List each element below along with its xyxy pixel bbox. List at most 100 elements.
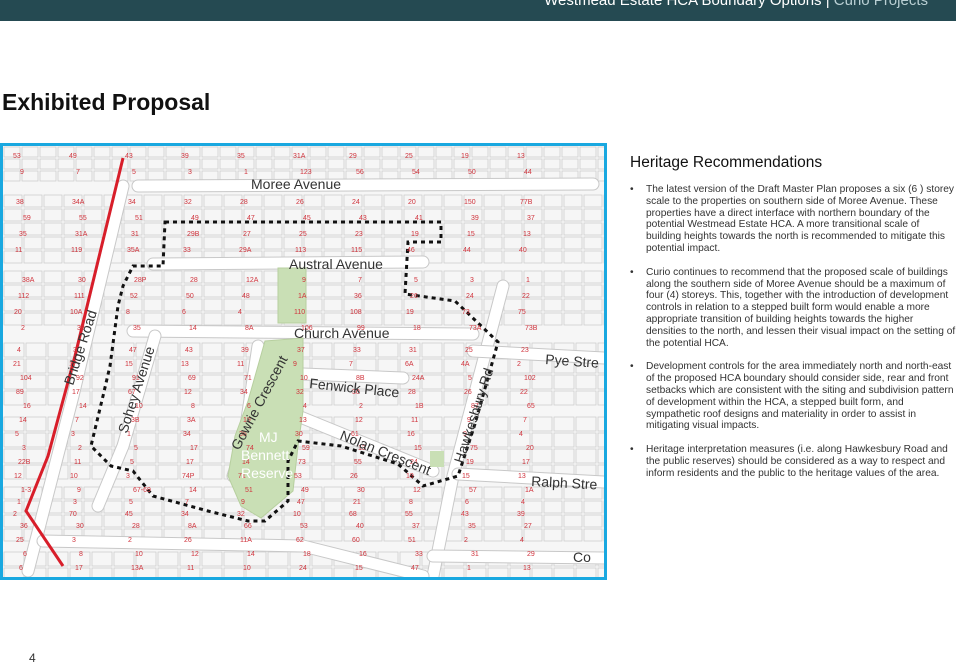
- lot-number: 33: [415, 551, 423, 558]
- lot-number: 89: [16, 389, 24, 396]
- reserve-label-line1: MJ: [259, 429, 278, 445]
- lot-number: 60: [352, 537, 360, 544]
- lot-number: 7: [76, 169, 80, 176]
- lot-number: 13: [523, 565, 531, 572]
- lot-number: 102: [524, 375, 536, 382]
- lot-number: 8: [79, 551, 83, 558]
- lot-number: 23: [521, 347, 529, 354]
- lot-number: 49: [69, 153, 77, 160]
- lot-number: 17: [186, 459, 194, 466]
- lot-number: 37: [412, 523, 420, 530]
- lot-number: 104: [20, 375, 32, 382]
- lot-number: 1B: [415, 403, 424, 410]
- lot-number: 150: [464, 199, 476, 206]
- lot-number: 1: [526, 277, 530, 284]
- lot-number: 40: [519, 247, 527, 254]
- lot-number: 4: [238, 309, 242, 316]
- lot-number: 5: [15, 431, 19, 438]
- lot-number: 2: [128, 537, 132, 544]
- lot-number: 2: [13, 511, 17, 518]
- lot-number: 35: [19, 231, 27, 238]
- lot-number: 39: [517, 511, 525, 518]
- lot-number: 15: [125, 361, 133, 368]
- lot-number: 10: [300, 375, 308, 382]
- panel-heading: Heritage Recommendations: [630, 154, 823, 171]
- lot-number: 37: [297, 347, 305, 354]
- lot-number: 30: [357, 487, 365, 494]
- street-label-austral: Austral Avenue: [289, 256, 383, 272]
- reserve-label-line3: Reserve: [241, 465, 293, 481]
- lot-number: 9: [20, 169, 24, 176]
- lot-number: 52: [130, 293, 138, 300]
- lot-number: 47: [297, 499, 305, 506]
- lot-number: 35: [237, 153, 245, 160]
- lot-number: 3: [71, 431, 75, 438]
- lot-number: 28: [132, 523, 140, 530]
- lot-number: 26: [184, 537, 192, 544]
- lot-number: 68: [349, 511, 357, 518]
- lot-number: 16: [407, 431, 415, 438]
- lot-number: 36: [20, 523, 28, 530]
- lot-number: 4: [520, 537, 524, 544]
- lot-number: 29: [527, 551, 535, 558]
- lot-number: 25: [465, 347, 473, 354]
- lot-number: 4A: [461, 361, 470, 368]
- lot-number: 5: [129, 499, 133, 506]
- lot-number: 55: [405, 511, 413, 518]
- lot-number: 67-69: [133, 487, 151, 494]
- page-number: 4: [29, 651, 36, 665]
- lot-number: 8A: [188, 523, 197, 530]
- lot-number: 11: [15, 247, 22, 254]
- lot-number: 15: [462, 473, 470, 480]
- lot-number: 53: [294, 473, 302, 480]
- lot-number: 1-3: [21, 487, 31, 494]
- lot-number: 53: [300, 523, 308, 530]
- lot-number: 10A: [70, 309, 83, 316]
- lot-number: 6: [23, 551, 27, 558]
- lot-number: 3: [126, 473, 130, 480]
- lot-number: 17: [72, 389, 80, 396]
- lot-number: 59: [23, 215, 31, 222]
- lot-number: 1: [17, 499, 21, 506]
- lot-number: 38: [16, 199, 24, 206]
- lot-number: 40: [356, 523, 364, 530]
- lot-number: 48: [242, 293, 250, 300]
- lot-number: 29A: [239, 247, 252, 254]
- lot-number: 6A: [405, 361, 414, 368]
- header-document-title: Westmead Estate HCA Boundary Options: [544, 0, 822, 9]
- lot-number: 31: [131, 231, 139, 238]
- lot-number: 2: [517, 361, 521, 368]
- lot-number: 27: [524, 523, 532, 530]
- recommendation-item: Development controls for the area immedi…: [630, 361, 956, 432]
- lot-number: 33: [353, 347, 361, 354]
- lot-number: 11: [237, 361, 244, 368]
- lot-number: 28P: [134, 277, 147, 284]
- lot-number: 26: [410, 293, 418, 300]
- lot-number: 31: [409, 347, 417, 354]
- street-label-moree: Moree Avenue: [251, 176, 341, 192]
- lot-number: 20: [526, 445, 534, 452]
- lot-number: 46: [407, 247, 415, 254]
- lot-number: 113: [295, 247, 306, 254]
- page-title: Exhibited Proposal: [2, 89, 211, 115]
- lot-number: 34: [183, 431, 191, 438]
- lot-number: 26: [296, 199, 304, 206]
- lot-number: 22: [522, 293, 530, 300]
- lot-number: 4: [519, 431, 523, 438]
- lot-number: 34: [181, 511, 189, 518]
- lot-number: 2: [359, 403, 363, 410]
- recommendation-item: Curio continues to recommend that the pr…: [630, 267, 956, 350]
- lot-number: 43: [461, 511, 469, 518]
- lot-number: 108: [350, 309, 362, 316]
- lot-number: 35: [133, 325, 141, 332]
- lot-number: 9: [77, 487, 81, 494]
- lot-number: 49: [191, 215, 199, 222]
- lot-number: 13: [299, 417, 307, 424]
- lot-number: 37: [527, 215, 535, 222]
- lot-number: 22B: [18, 459, 31, 466]
- lot-number: 47: [247, 215, 255, 222]
- lot-number: 13: [517, 153, 525, 160]
- lot-number: 6: [19, 565, 23, 572]
- reserve-label-line2: Bennett: [241, 447, 289, 463]
- lot-number: 2: [464, 537, 468, 544]
